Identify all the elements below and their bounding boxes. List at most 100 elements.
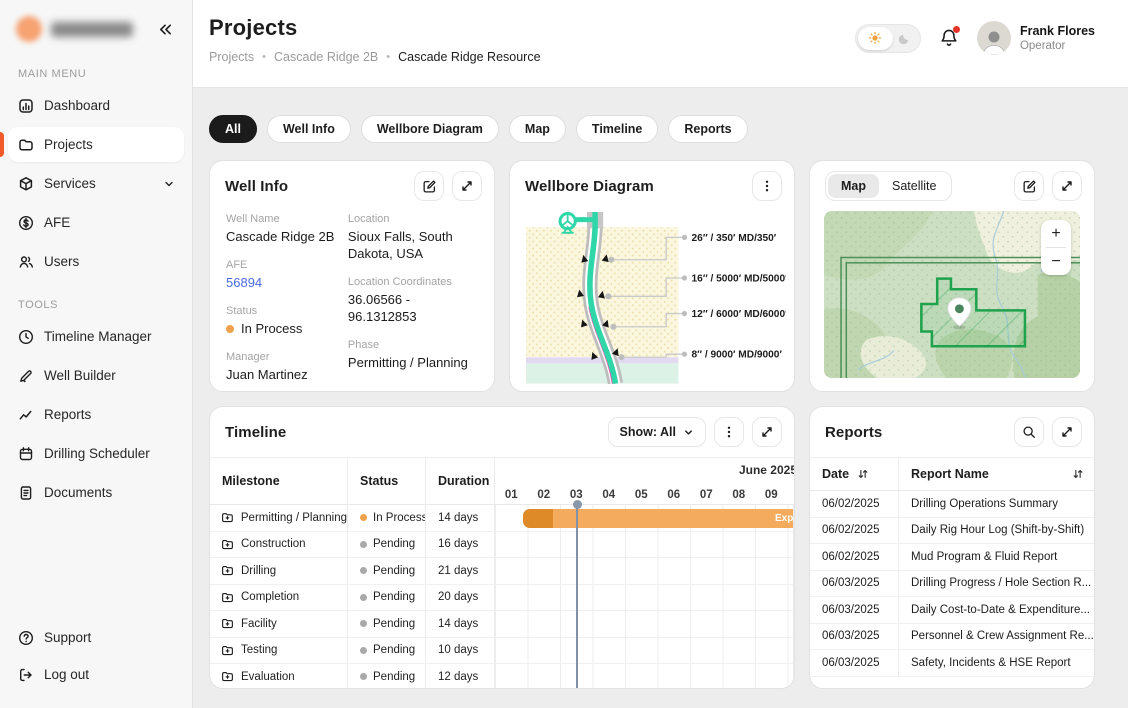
report-name: Drilling Operations Summary [898, 491, 1094, 517]
theme-toggle[interactable] [855, 24, 921, 53]
sidebar-item-well-builder[interactable]: Well Builder [8, 358, 184, 393]
sidebar-item-projects[interactable]: Projects [8, 127, 184, 162]
map-tab[interactable]: Map [828, 174, 879, 198]
column-header-report-name[interactable]: Report Name [898, 458, 1094, 490]
timeline-menu-button[interactable] [714, 417, 744, 447]
sidebar-item-dashboard[interactable]: Dashboard [8, 88, 184, 123]
zoom-out-button[interactable]: − [1041, 248, 1071, 275]
tab-all[interactable]: All [209, 115, 257, 143]
column-header-status[interactable]: Status [348, 458, 426, 504]
timeline-row[interactable]: Drilling Pending 21 days [210, 558, 794, 585]
report-name: Mud Program & Fluid Report [898, 544, 1094, 570]
report-row[interactable]: 06/03/2025 Drilling Progress / Hole Sect… [810, 571, 1094, 598]
folder-plus-icon [221, 644, 234, 657]
report-row[interactable]: 06/03/2025 Personnel & Crew Assignment R… [810, 624, 1094, 651]
column-header-milestone[interactable]: Milestone [210, 458, 348, 504]
sidebar-item-users[interactable]: Users [8, 244, 184, 279]
folder-plus-icon [221, 564, 234, 577]
sidebar-item-logout[interactable]: Log out [8, 657, 184, 692]
gantt-bar-exploration[interactable]: Exploration [523, 509, 794, 528]
report-date: 06/02/2025 [810, 544, 898, 570]
wellbore-diagram[interactable]: 26″ / 350′ MD/350′ 16″ / 5000′ MD/5000′ … [510, 211, 794, 392]
sidebar-item-support[interactable]: Support [8, 620, 184, 655]
tab-well-info[interactable]: Well Info [267, 115, 351, 143]
column-header-duration[interactable]: Duration [426, 458, 495, 504]
notifications-button[interactable] [939, 28, 959, 48]
sidebar-item-label: Timeline Manager [44, 329, 152, 344]
milestone-duration: 20 days [438, 591, 478, 603]
timeline-row[interactable]: Completion Pending 20 days [210, 585, 794, 612]
breadcrumb-separator: • [262, 51, 266, 63]
wellbore-title: Wellbore Diagram [525, 178, 654, 195]
zoom-in-button[interactable]: + [1041, 220, 1071, 247]
sidebar-item-reports[interactable]: Reports [8, 397, 184, 432]
sort-icon[interactable] [857, 468, 869, 480]
user-role: Operator [1020, 40, 1095, 52]
report-date: 06/03/2025 [810, 571, 898, 597]
sidebar-item-drilling-scheduler[interactable]: Drilling Scheduler [8, 436, 184, 471]
wellbore-menu-button[interactable] [752, 171, 782, 201]
timeline-row[interactable]: Evaluation Pending 12 days [210, 664, 794, 689]
tab-wellbore-diagram[interactable]: Wellbore Diagram [361, 115, 499, 143]
sidebar-item-services[interactable]: Services [8, 166, 184, 201]
expand-reports-button[interactable] [1052, 417, 1082, 447]
sort-icon[interactable] [1072, 468, 1084, 480]
user-menu[interactable]: Frank Flores Operator [977, 21, 1095, 55]
report-name-column-label: Report Name [911, 467, 989, 481]
milestone-name: Permitting / Planning [241, 512, 347, 524]
sidebar-item-label: AFE [44, 215, 70, 230]
well-name-value: Cascade Ridge 2B [226, 229, 338, 246]
edit-well-info-button[interactable] [414, 171, 444, 201]
milestone-duration: 10 days [438, 644, 478, 656]
timeline-show-filter[interactable]: Show: All [608, 417, 706, 447]
tab-map[interactable]: Map [509, 115, 566, 143]
satellite-tab[interactable]: Satellite [879, 174, 949, 198]
breadcrumb-item[interactable]: Cascade Ridge 2B [274, 50, 378, 64]
expand-map-button[interactable] [1052, 171, 1082, 201]
expand-well-info-button[interactable] [452, 171, 482, 201]
breadcrumb: Projects • Cascade Ridge 2B • Cascade Ri… [209, 50, 541, 64]
line-chart-icon [17, 407, 34, 423]
avatar [977, 21, 1011, 55]
sidebar-item-label: Projects [44, 137, 93, 152]
search-icon [1022, 425, 1036, 439]
sidebar-item-documents[interactable]: Documents [8, 475, 184, 510]
sidebar-item-afe[interactable]: AFE [8, 205, 184, 240]
milestone-duration: 21 days [438, 565, 478, 577]
timeline-row[interactable]: Facility Pending 14 days [210, 611, 794, 638]
field-label: AFE [226, 259, 338, 271]
edit-map-button[interactable] [1014, 171, 1044, 201]
expand-timeline-button[interactable] [752, 417, 782, 447]
tab-timeline[interactable]: Timeline [576, 115, 658, 143]
search-reports-button[interactable] [1014, 417, 1044, 447]
breadcrumb-item[interactable]: Projects [209, 50, 254, 64]
field-label: Status [226, 305, 338, 317]
folder-plus-icon [221, 617, 234, 630]
timeline-row[interactable]: Testing Pending 10 days [210, 638, 794, 665]
milestone-duration: 14 days [438, 512, 478, 524]
logout-icon [17, 667, 34, 683]
report-date: 06/02/2025 [810, 518, 898, 544]
report-row[interactable]: 06/02/2025 Daily Rig Hour Log (Shift-by-… [810, 518, 1094, 545]
wellbore-diagram-card: Wellbore Diagram [509, 160, 795, 392]
report-row[interactable]: 06/03/2025 Daily Cost-to-Date & Expendit… [810, 597, 1094, 624]
sidebar-item-timeline-manager[interactable]: Timeline Manager [8, 319, 184, 354]
afe-link[interactable]: 56894 [226, 275, 338, 292]
milestone-status: In Process [373, 512, 426, 524]
milestone-status: Pending [373, 565, 415, 577]
column-header-date[interactable]: Date [810, 458, 898, 490]
field-label: Manager [226, 351, 338, 363]
map-viewport[interactable]: + − [824, 211, 1080, 378]
sidebar-item-label: Drilling Scheduler [44, 446, 150, 461]
tab-reports[interactable]: Reports [668, 115, 747, 143]
timeline-row[interactable]: Permitting / Planning In Process 14 days… [210, 505, 794, 532]
report-row[interactable]: 06/03/2025 Safety, Incidents & HSE Repor… [810, 650, 1094, 677]
expand-icon [1060, 179, 1074, 193]
gantt-row [495, 532, 794, 558]
status-dot [360, 567, 367, 574]
report-row[interactable]: 06/02/2025 Drilling Operations Summary [810, 491, 1094, 518]
report-row[interactable]: 06/02/2025 Mud Program & Fluid Report [810, 544, 1094, 571]
sidebar-collapse-button[interactable] [154, 18, 176, 40]
gantt-header: June 2025 01020304050607080910 [495, 458, 794, 504]
timeline-row[interactable]: Construction Pending 16 days [210, 532, 794, 559]
